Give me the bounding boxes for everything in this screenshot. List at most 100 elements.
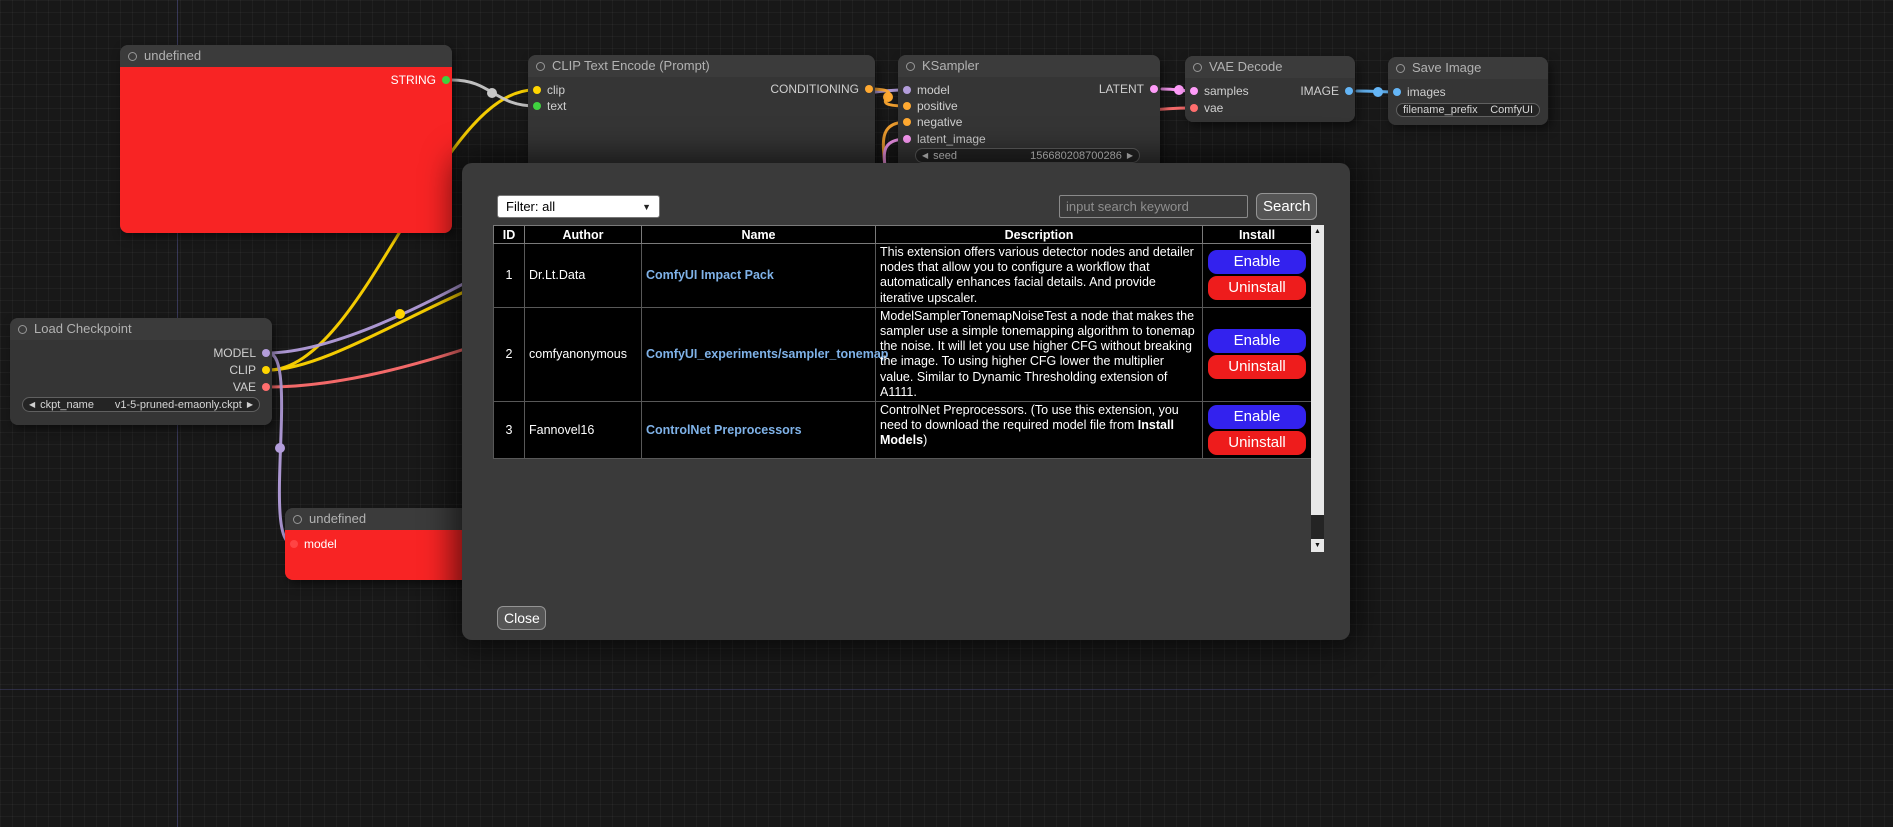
input-slot-vae-icon[interactable] (1190, 104, 1198, 112)
column-header-description: Description (876, 226, 1203, 244)
input-slot-latent-image-icon[interactable] (903, 135, 911, 143)
link-string (452, 80, 536, 106)
extension-author-cell: comfyanonymous (525, 307, 642, 401)
slot-label: latent_image (917, 132, 986, 146)
input-slot-negative-icon[interactable] (903, 118, 911, 126)
node-title: CLIP Text Encode (Prompt) (552, 58, 710, 73)
collapse-icon[interactable] (1193, 63, 1202, 72)
input-slot-model-icon[interactable] (903, 86, 911, 94)
enable-button[interactable]: Enable (1208, 250, 1306, 274)
table-header-row: ID Author Name Description Install (494, 226, 1312, 244)
widget-label: ckpt_name (40, 399, 94, 411)
filter-select-value: Filter: all (506, 199, 555, 214)
uninstall-button[interactable]: Uninstall (1208, 276, 1306, 300)
extension-row: 1Dr.Lt.DataComfyUI Impact PackThis exten… (494, 244, 1312, 308)
node-undefined-bottom[interactable]: undefined model (285, 508, 471, 580)
slot-label: samples (1204, 84, 1249, 98)
extension-description-cell: ControlNet Preprocessors. (To use this e… (876, 402, 1203, 459)
seed-widget[interactable]: ◀ seed 156680208700286 ▶ (915, 148, 1140, 163)
search-input[interactable] (1059, 195, 1248, 218)
input-slot-clip-icon[interactable] (533, 86, 541, 94)
widget-value: ComfyUI (1490, 104, 1533, 116)
node-graph-canvas[interactable]: undefined STRING CLIP Text Encode (Promp… (0, 0, 1893, 827)
column-header-name: Name (642, 226, 876, 244)
slot-label: model (304, 537, 337, 551)
canvas-axis-horizontal (0, 689, 1893, 690)
slot-label: images (1407, 85, 1446, 99)
input-slot-positive-icon[interactable] (903, 102, 911, 110)
output-slot-clip-icon[interactable] (262, 366, 270, 374)
scrollbar-thumb[interactable] (1311, 238, 1324, 515)
slot-label: text (547, 99, 566, 113)
slot-label: CLIP (229, 363, 256, 377)
slot-label: STRING (391, 73, 436, 87)
decrement-arrow-icon[interactable]: ◀ (922, 151, 928, 160)
node-title: Load Checkpoint (34, 321, 132, 336)
collapse-icon[interactable] (536, 62, 545, 71)
uninstall-button[interactable]: Uninstall (1208, 355, 1306, 379)
output-slot-conditioning-icon[interactable] (865, 85, 873, 93)
output-slot-image-icon[interactable] (1345, 87, 1353, 95)
extension-name-link[interactable]: ComfyUI_experiments/sampler_tonemap (646, 347, 888, 361)
node-title: undefined (144, 48, 201, 63)
uninstall-button[interactable]: Uninstall (1208, 431, 1306, 455)
node-save-image[interactable]: Save Image images filename_prefix ComfyU… (1388, 57, 1548, 125)
scroll-down-icon[interactable]: ▼ (1311, 539, 1324, 552)
collapse-icon[interactable] (18, 325, 27, 334)
node-load-checkpoint[interactable]: Load Checkpoint MODEL CLIP VAE ◀ ckpt_na… (10, 318, 272, 425)
collapse-icon[interactable] (1396, 64, 1405, 73)
ckpt-name-widget[interactable]: ◀ ckpt_name v1-5-pruned-emaonly.ckpt ▶ (22, 397, 260, 412)
node-header[interactable]: KSampler (898, 55, 1160, 77)
output-slot-latent-icon[interactable] (1150, 85, 1158, 93)
link-midpoint-dot (275, 443, 285, 453)
extension-id-cell: 1 (494, 244, 525, 308)
filename-prefix-widget[interactable]: filename_prefix ComfyUI (1396, 103, 1540, 117)
extension-name-cell: ControlNet Preprocessors (642, 402, 876, 459)
extension-name-link[interactable]: ControlNet Preprocessors (646, 423, 802, 437)
search-button[interactable]: Search (1256, 193, 1317, 220)
scroll-up-icon[interactable]: ▲ (1311, 225, 1324, 238)
chevron-down-icon: ▼ (642, 202, 651, 212)
extension-id-cell: 3 (494, 402, 525, 459)
next-arrow-icon[interactable]: ▶ (247, 400, 253, 409)
enable-button[interactable]: Enable (1208, 405, 1306, 429)
filter-select[interactable]: Filter: all ▼ (497, 195, 660, 218)
extension-id-cell: 2 (494, 307, 525, 401)
node-header[interactable]: undefined (120, 45, 452, 67)
extension-name-link[interactable]: ComfyUI Impact Pack (646, 268, 774, 282)
column-header-install: Install (1203, 226, 1312, 244)
enable-button[interactable]: Enable (1208, 329, 1306, 353)
increment-arrow-icon[interactable]: ▶ (1127, 151, 1133, 160)
input-slot-model-icon[interactable] (290, 540, 298, 548)
node-vae-decode[interactable]: VAE Decode samples vae IMAGE (1185, 56, 1355, 122)
node-header[interactable]: undefined (285, 508, 471, 530)
close-button[interactable]: Close (497, 606, 546, 630)
collapse-icon[interactable] (906, 62, 915, 71)
node-header[interactable]: Load Checkpoint (10, 318, 272, 340)
link-midpoint-dot (1373, 87, 1383, 97)
node-undefined-top[interactable]: undefined STRING (120, 45, 452, 233)
slot-label: clip (547, 83, 565, 97)
link-midpoint-dot (883, 92, 893, 102)
extensions-table-body: 1Dr.Lt.DataComfyUI Impact PackThis exten… (494, 244, 1312, 459)
output-slot-string-icon[interactable] (442, 76, 450, 84)
prev-arrow-icon[interactable]: ◀ (29, 400, 35, 409)
input-slot-images-icon[interactable] (1393, 88, 1401, 96)
input-slot-text-icon[interactable] (533, 102, 541, 110)
node-header[interactable]: Save Image (1388, 57, 1548, 79)
widget-value: 156680208700286 (1030, 150, 1122, 162)
collapse-icon[interactable] (293, 515, 302, 524)
input-slot-samples-icon[interactable] (1190, 87, 1198, 95)
output-slot-vae-icon[interactable] (262, 383, 270, 391)
slot-label: CONDITIONING (770, 82, 859, 96)
extension-description-cell: This extension offers various detector n… (876, 244, 1203, 308)
output-slot-model-icon[interactable] (262, 349, 270, 357)
extension-install-cell: EnableUninstall (1203, 307, 1312, 401)
node-header[interactable]: VAE Decode (1185, 56, 1355, 78)
slot-label: IMAGE (1300, 84, 1339, 98)
collapse-icon[interactable] (128, 52, 137, 61)
slot-label: positive (917, 99, 958, 113)
node-header[interactable]: CLIP Text Encode (Prompt) (528, 55, 875, 77)
table-scrollbar[interactable]: ▲ ▼ (1311, 225, 1324, 552)
node-title: Save Image (1412, 60, 1481, 75)
